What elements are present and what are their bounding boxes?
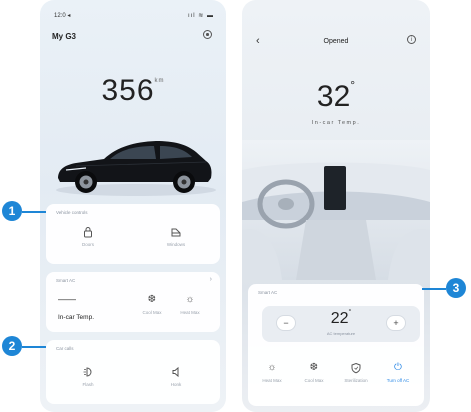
window-icon	[171, 228, 181, 237]
flash-label: Flash	[82, 382, 94, 387]
turn-off-ac-button[interactable]: ⏻ Turn off AC	[378, 362, 418, 383]
heat-max-button[interactable]: ☼ Heat Max	[252, 362, 292, 383]
temperature-stepper: − 22° AC temperature +	[262, 306, 420, 342]
status-time: 12:0 ◂	[54, 13, 71, 19]
setpoint-caption: AC temperature	[326, 331, 356, 336]
sterilization-label: Sterilization	[344, 378, 368, 383]
card-label: Vehicle controls	[56, 210, 88, 215]
honk-button[interactable]: Honk	[156, 366, 196, 387]
car-interior-image	[242, 140, 430, 280]
range-value: 356	[101, 74, 155, 107]
cool-max-button[interactable]: ❆ Cool Max	[294, 362, 334, 383]
power-icon: ⏻	[394, 362, 402, 373]
car-image	[56, 141, 216, 196]
windows-label: Windows	[166, 242, 186, 247]
heat-max-button[interactable]: ☼ Heat Max	[170, 294, 210, 315]
temp-unit: °	[350, 78, 356, 92]
card-label: Smart AC	[258, 290, 278, 295]
card-label: Car calls	[56, 346, 74, 351]
sun-icon: ☼	[267, 362, 277, 373]
windows-button[interactable]: Windows	[156, 226, 196, 247]
callout-1: 1	[2, 201, 22, 221]
cool-max-button[interactable]: ❆ Cool Max	[132, 294, 172, 315]
vehicle-controls-card: Vehicle controls Doors Windows	[46, 204, 220, 264]
incar-temp-caption: In-car Temp.	[311, 120, 361, 126]
headlight-icon	[83, 367, 92, 377]
home-screen: 12:0 ◂ ııl ≋ ▬ My G3 356km Vehicle contr…	[40, 0, 226, 412]
sterilization-button[interactable]: Sterilization	[336, 362, 376, 383]
info-icon[interactable]: i	[407, 35, 416, 44]
status-bar: 12:0 ◂ ııl ≋ ▬	[54, 12, 214, 22]
callout-2: 2	[2, 336, 22, 356]
card-label: Smart AC	[56, 278, 76, 283]
chevron-right-icon[interactable]: ›	[210, 276, 212, 283]
heat-max-label: Heat Max	[262, 378, 282, 383]
lock-icon	[84, 227, 92, 238]
status-icons: ııl ≋ ▬	[187, 13, 214, 19]
setpoint-unit: °	[348, 309, 352, 316]
shield-icon	[351, 362, 361, 374]
honk-label: Honk	[170, 382, 182, 387]
callout-1-line	[22, 211, 46, 213]
fan-icon: ❆	[147, 294, 157, 305]
page-title: My G3	[52, 32, 77, 41]
incar-temp-display: 32°	[242, 78, 430, 114]
cool-max-label: Cool Max	[142, 310, 162, 315]
page-title: Opened	[323, 38, 349, 45]
gear-icon[interactable]	[203, 30, 212, 39]
doors-button[interactable]: Doors	[68, 226, 108, 247]
fan-icon: ❆	[309, 362, 319, 373]
climate-screen: ‹ Opened i 32° In-car Temp. Smart AC − 2…	[242, 0, 430, 412]
horn-icon	[172, 366, 179, 378]
smart-ac-card[interactable]: Smart AC › —— In-car Temp. ❆ Cool Max ☼ …	[46, 272, 220, 332]
cool-max-label: Cool Max	[304, 378, 324, 383]
car-calls-card: Car calls Flash Honk	[46, 340, 220, 404]
doors-label: Doors	[81, 242, 94, 247]
setpoint-value: 22	[330, 310, 349, 327]
callout-3-line	[422, 288, 446, 290]
incar-temp-label: In-car Temp.	[58, 314, 95, 321]
sun-icon: ☼	[185, 294, 195, 305]
range-unit: km	[154, 78, 165, 84]
smart-ac-panel: Smart AC − 22° AC temperature + ☼ Heat M…	[248, 284, 424, 406]
incar-temp-value: ——	[58, 294, 76, 304]
callout-3: 3	[446, 278, 466, 298]
callout-2-line	[22, 346, 46, 348]
increase-temp-button[interactable]: +	[386, 315, 406, 331]
incar-temp-value: 32	[316, 80, 351, 113]
heat-max-label: Heat Max	[180, 310, 200, 315]
range-display: 356km	[40, 74, 226, 108]
flash-button[interactable]: Flash	[68, 366, 108, 387]
turn-off-ac-label: Turn off AC	[386, 378, 410, 383]
